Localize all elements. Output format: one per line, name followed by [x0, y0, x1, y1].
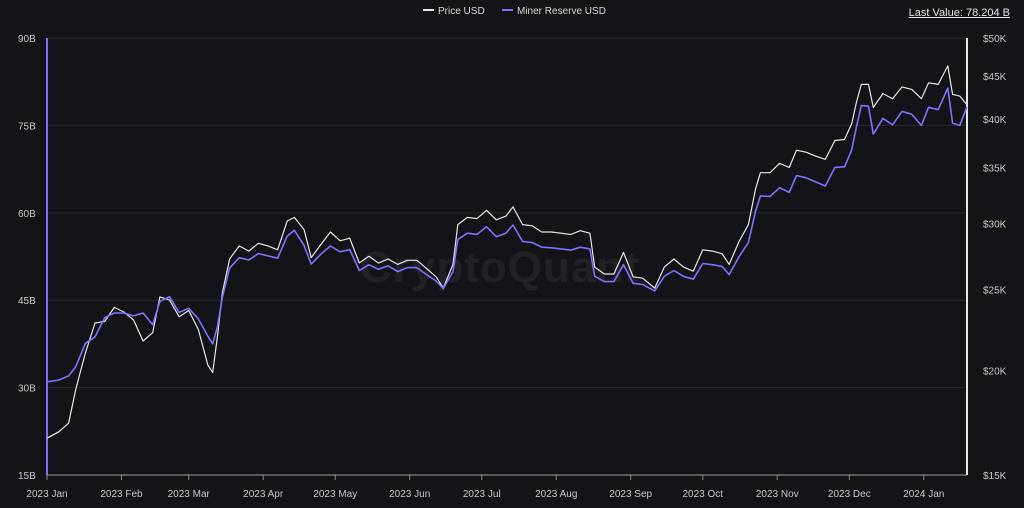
- x-axis-tick-label: 2023 Mar: [168, 489, 211, 500]
- price-line: [46, 65, 968, 439]
- x-axis-tick-label: 2023 Jul: [463, 489, 501, 500]
- x-axis-tick-label: 2023 Jan: [26, 489, 67, 500]
- x-axis-tick-label: 2024 Jan: [903, 489, 944, 500]
- x-axis-tick-label: 2023 Oct: [682, 489, 723, 500]
- left-axis-tick-label: 75B: [18, 121, 36, 132]
- left-axis-tick-label: 45B: [18, 296, 36, 307]
- left-axis-tick-label: 15B: [18, 471, 36, 482]
- x-axis-tick-label: 2023 Aug: [535, 489, 577, 500]
- right-axis-tick-label: $30K: [983, 219, 1007, 230]
- x-axis-tick-label: 2023 Apr: [243, 489, 284, 500]
- right-axis-tick-label: $35K: [983, 163, 1007, 174]
- right-axis-tick-label: $15K: [983, 471, 1007, 482]
- left-axis-tick-label: 30B: [18, 384, 36, 395]
- right-axis-tick-label: $45K: [983, 72, 1007, 83]
- chart-area: 90B 75B 60B 45B 30B 15B $50K $45K $40K $35K $30K $2…: [18, 34, 1007, 500]
- x-axis-tick-label: 2023 Jun: [389, 489, 430, 500]
- miner-reserve-line: [46, 87, 968, 383]
- right-axis-tick-label: $40K: [983, 115, 1007, 126]
- x-axis-tick-label: 2023 Feb: [100, 489, 143, 500]
- left-axis-tick-label: 90B: [18, 34, 36, 45]
- x-axis-tick-label: 2023 May: [313, 489, 357, 500]
- x-axis-tick-label: 2023 Dec: [828, 489, 871, 500]
- x-axis-tick-label: 2023 Sep: [609, 489, 652, 500]
- right-axis-tick-label: $50K: [983, 34, 1007, 45]
- right-axis-tick-label: $25K: [983, 286, 1007, 297]
- x-axis-tick-label: 2023 Nov: [756, 489, 799, 500]
- right-axis-tick-label: $20K: [983, 367, 1007, 378]
- left-axis-tick-label: 60B: [18, 209, 36, 220]
